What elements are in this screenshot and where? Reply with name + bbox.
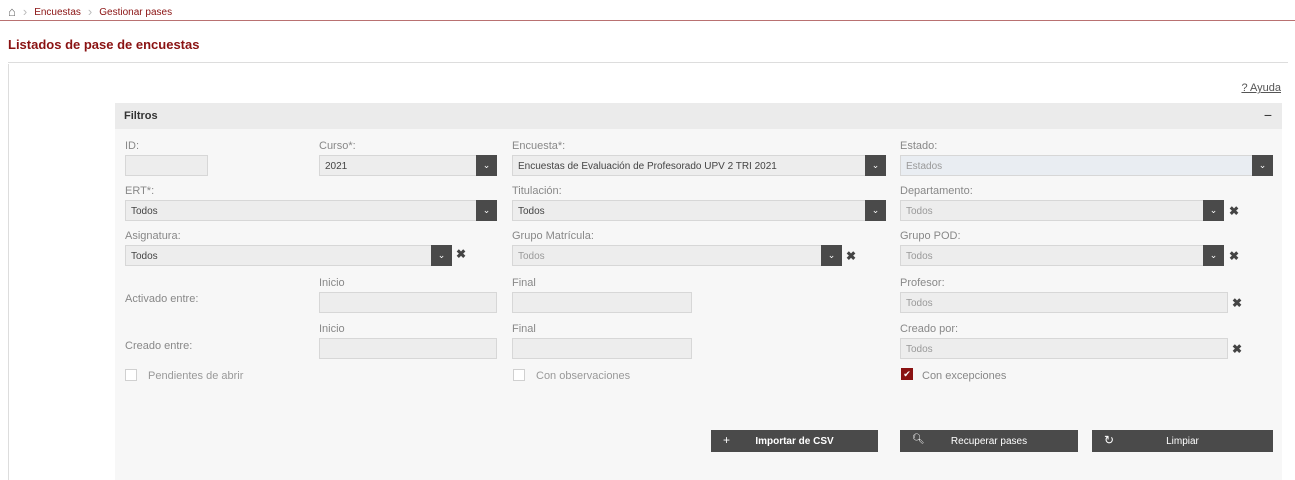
profesor-label: Profesor: [900, 277, 945, 289]
importar-csv-label: Importar de CSV [755, 436, 834, 447]
limpiar-label: Limpiar [1166, 436, 1199, 447]
grupo-pod-select[interactable]: Todos ⌄ [900, 245, 1224, 266]
importar-csv-button[interactable]: + Importar de CSV [711, 430, 878, 452]
clear-creado-por-icon[interactable]: ✖ [1232, 343, 1242, 355]
excepciones-label: Con excepciones [922, 370, 1007, 382]
content-border [8, 64, 9, 480]
pendientes-checkbox[interactable] [125, 369, 137, 381]
breadcrumb-item-gestionar-pases[interactable]: Gestionar pases [99, 7, 172, 18]
pendientes-label: Pendientes de abrir [148, 370, 244, 382]
clear-grupo-pod-icon[interactable]: ✖ [1229, 250, 1239, 262]
grupo-pod-label: Grupo POD: [900, 230, 961, 242]
help-link[interactable]: ? Ayuda [1241, 82, 1281, 94]
profesor-value: Todos [906, 298, 933, 309]
chevron-down-icon[interactable]: ⌄ [821, 245, 842, 266]
encuesta-value: Encuestas de Evaluación de Profesorado U… [518, 161, 777, 172]
curso-select[interactable]: 2021 ⌄ [319, 155, 497, 176]
ert-select[interactable]: Todos ⌄ [125, 200, 497, 221]
creado-por-label: Creado por: [900, 323, 959, 335]
asignatura-select[interactable]: Todos ⌄ [125, 245, 452, 266]
activado-label: Activado entre: [125, 293, 199, 305]
clear-grupo-matricula-icon[interactable]: ✖ [846, 250, 856, 262]
titulacion-value: Todos [518, 206, 545, 217]
creado-inicio-label: Inicio [319, 323, 345, 335]
asignatura-value: Todos [131, 251, 158, 262]
encuesta-label: Encuesta*: [512, 140, 566, 152]
creado-inicio-input[interactable] [319, 338, 497, 359]
grupo-matricula-value: Todos [518, 251, 545, 262]
activado-inicio-input[interactable] [319, 292, 497, 313]
encuesta-select[interactable]: Encuestas de Evaluación de Profesorado U… [512, 155, 886, 176]
estado-value: Estados [906, 161, 943, 172]
breadcrumb: ⌂ › Encuestas › Gestionar pases [8, 5, 172, 19]
breadcrumb-separator: › [87, 4, 93, 19]
creado-por-input[interactable]: Todos [900, 338, 1228, 359]
chevron-down-icon[interactable]: ⌄ [431, 245, 452, 266]
chevron-down-icon[interactable]: ⌄ [1203, 200, 1224, 221]
filters-panel: Filtros − ID: Curso*: 2021 ⌄ Encuesta*: … [115, 103, 1282, 480]
observaciones-label: Con observaciones [536, 370, 631, 382]
activado-final-label: Final [512, 277, 536, 289]
creado-final-label: Final [512, 323, 536, 335]
excepciones-checkbox[interactable]: ✔ [901, 368, 913, 380]
clear-departamento-icon[interactable]: ✖ [1229, 205, 1239, 217]
curso-label: Curso*: [319, 140, 356, 152]
filters-panel-title: Filtros [124, 110, 158, 122]
chevron-down-icon[interactable]: ⌄ [1252, 155, 1273, 176]
departamento-value: Todos [906, 206, 933, 217]
curso-value: 2021 [325, 161, 348, 172]
recuperar-pases-button[interactable]: 🔍︎ Recuperar pases [900, 430, 1078, 452]
limpiar-button[interactable]: ↻ Limpiar [1092, 430, 1273, 452]
departamento-select[interactable]: Todos ⌄ [900, 200, 1224, 221]
grupo-matricula-label: Grupo Matrícula: [512, 230, 594, 242]
clear-asignatura-icon[interactable]: ✖ [456, 248, 466, 260]
observaciones-checkbox[interactable] [513, 369, 525, 381]
grupo-matricula-select[interactable]: Todos ⌄ [512, 245, 842, 266]
chevron-down-icon[interactable]: ⌄ [476, 155, 497, 176]
breadcrumb-separator: › [22, 4, 28, 19]
id-input[interactable] [125, 155, 208, 176]
breadcrumb-divider [0, 20, 1295, 21]
id-label: ID: [125, 140, 140, 152]
creado-final-input[interactable] [512, 338, 692, 359]
activado-final-input[interactable] [512, 292, 692, 313]
check-icon: ✔ [903, 369, 911, 379]
creado-label: Creado entre: [125, 340, 193, 352]
breadcrumb-item-encuestas[interactable]: Encuestas [34, 7, 81, 18]
title-divider [8, 62, 1288, 63]
profesor-input[interactable]: Todos [900, 292, 1228, 313]
estado-label: Estado: [900, 140, 938, 152]
titulacion-label: Titulación: [512, 185, 562, 197]
creado-por-value: Todos [906, 344, 933, 355]
chevron-down-icon[interactable]: ⌄ [865, 200, 886, 221]
chevron-down-icon[interactable]: ⌄ [865, 155, 886, 176]
estado-select[interactable]: Estados ⌄ [900, 155, 1273, 176]
chevron-down-icon[interactable]: ⌄ [1203, 245, 1224, 266]
filters-panel-header[interactable]: Filtros − [115, 103, 1282, 129]
chevron-down-icon[interactable]: ⌄ [476, 200, 497, 221]
asignatura-label: Asignatura: [125, 230, 181, 242]
departamento-label: Departamento: [900, 185, 973, 197]
ert-value: Todos [131, 206, 158, 217]
recuperar-pases-label: Recuperar pases [950, 436, 1028, 447]
ert-label: ERT*: [125, 185, 155, 197]
titulacion-select[interactable]: Todos ⌄ [512, 200, 886, 221]
activado-inicio-label: Inicio [319, 277, 345, 289]
collapse-icon[interactable]: − [1264, 108, 1272, 122]
grupo-pod-value: Todos [906, 251, 933, 262]
page-title: Listados de pase de encuestas [8, 37, 200, 52]
home-icon[interactable]: ⌂ [8, 5, 16, 18]
clear-profesor-icon[interactable]: ✖ [1232, 297, 1242, 309]
